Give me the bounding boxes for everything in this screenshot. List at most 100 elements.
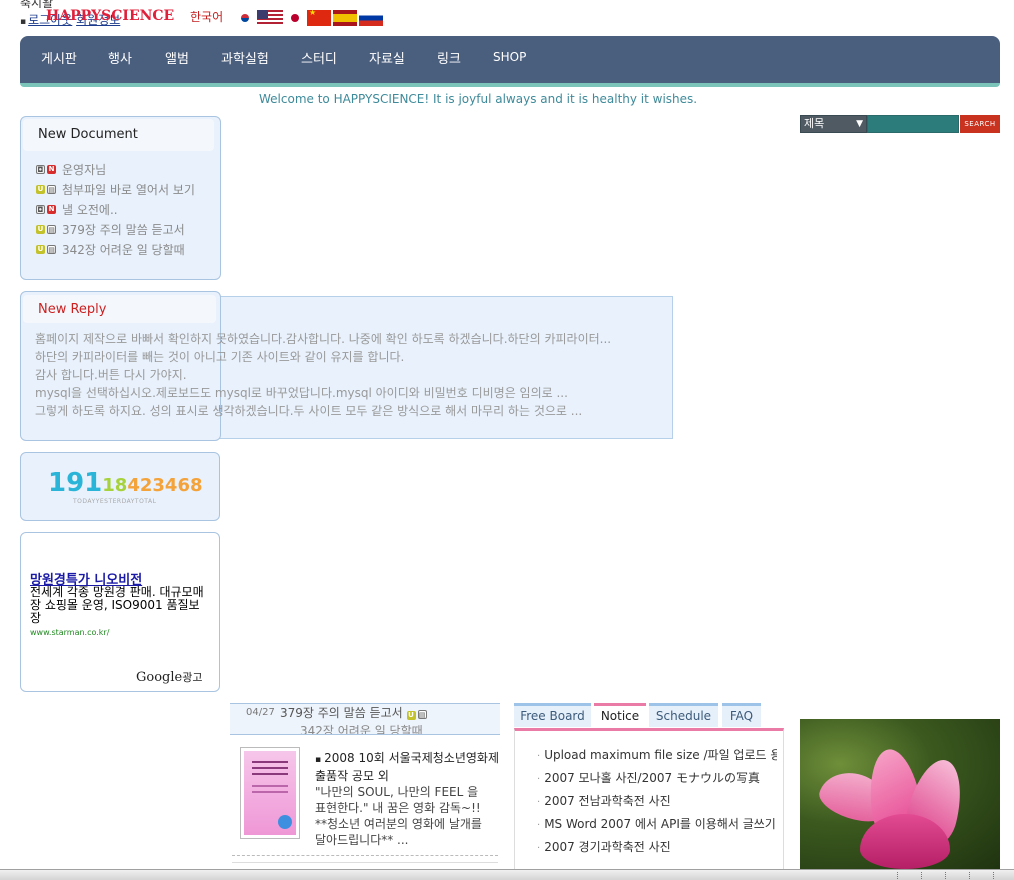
pink-flower-photo[interactable] (800, 719, 1000, 869)
usa-flag-icon[interactable] (257, 10, 283, 26)
nav-item-events[interactable]: 행사 (108, 48, 132, 67)
visitor-counter-box: 19118423468 TODAYYESTERDAYTOTAL (20, 452, 220, 521)
list-item[interactable]: · 2007 모나홀 사진/2007 モナウルの写真 (537, 767, 777, 790)
list-item[interactable]: ◘ N 운영자님 (36, 159, 195, 179)
status-separator (969, 872, 970, 879)
bullet-icon: · (537, 820, 541, 831)
welcome-message: Welcome to HAPPYSCIENCE! It is joyful al… (259, 92, 698, 106)
main-nav: 게시판 행사 앨범 과학실험 스터디 자료실 링크 SHOP (20, 36, 1000, 87)
updated-badge-icon: U (36, 224, 45, 234)
list-item[interactable]: U ▤ 342장 어려운 일 당할때 (36, 239, 195, 259)
nav-item-archive[interactable]: 자료실 (369, 48, 405, 67)
updated-badge-icon: U (406, 711, 416, 720)
document-title: 342장 어려운 일 당할때 (62, 242, 185, 257)
document-title: 운영자님 (62, 162, 107, 177)
search-button[interactable]: SEARCH (960, 115, 1000, 133)
search-input[interactable] (867, 115, 959, 133)
attachment-icon: ▤ (417, 710, 427, 719)
spain-flag-icon[interactable] (333, 10, 357, 26)
nav-item-album[interactable]: 앨범 (165, 48, 189, 67)
divider (232, 855, 498, 856)
tab-faq[interactable]: FAQ (722, 703, 761, 727)
list-item[interactable]: · 2007 전남과학축전 사진 (537, 790, 777, 813)
ad-description: 전세계 각종 망원경 판매. 대규모매장 쇼핑몰 운영, ISO9001 품질보… (30, 585, 204, 625)
recent-post-ticker: 04/27 379장 주의 말씀 듣고서 U ▤ 342장 어려운 일 당할때 (230, 703, 500, 735)
news-title-text: 2008 10회 서울국제청소년영화제 출품작 공모 외 (315, 751, 499, 783)
attachment-icon: ▤ (47, 244, 56, 254)
list-item[interactable]: 홈페이지 제작으로 바빠서 확인하지 못하였습니다.감사합니다. 나중에 확인 … (35, 330, 665, 348)
bullet-icon: · (537, 843, 541, 854)
google-ad-label[interactable]: Google광고 (136, 669, 202, 685)
ad-url[interactable]: www.starman.co.kr/ (30, 628, 109, 637)
attachment-icon: ▤ (47, 184, 56, 194)
korea-flag-icon[interactable] (235, 10, 255, 26)
status-separator (921, 872, 922, 879)
new-reply-title: New Reply (23, 295, 216, 323)
list-item[interactable]: · MS Word 2007 에서 API를 이용해서 글쓰기 (537, 813, 777, 836)
chevron-down-icon: ▼ (856, 119, 863, 129)
bullet-icon: · (537, 751, 541, 762)
japan-flag-icon[interactable] (285, 10, 305, 26)
list-item[interactable]: ◘ N 낼 오전에.. (36, 199, 195, 219)
counter-today: 191 (48, 468, 103, 498)
updated-badge-icon: U (36, 184, 45, 194)
tab-free-board[interactable]: Free Board (514, 703, 591, 727)
bullet-icon: ▪ (20, 17, 27, 27)
list-item[interactable]: 그렇게 하도록 하지요. 성의 표시로 생각하겠습니다.두 사이트 모두 같은 … (35, 402, 665, 420)
language-label: 한국어 (190, 10, 224, 24)
document-title: 379장 주의 말씀 듣고서 (62, 222, 185, 237)
document-title: 첨부파일 바로 열어서 보기 (62, 182, 195, 197)
updated-badge-icon: U (36, 244, 45, 254)
new-reply-list: 홈페이지 제작으로 바빠서 확인하지 못하였습니다.감사합니다. 나중에 확인 … (35, 330, 665, 420)
divider (232, 862, 498, 863)
notice-list: · Upload maximum file size /파일 업로드 용 · 200… (537, 744, 777, 859)
nav-item-experiments[interactable]: 과학실험 (221, 48, 269, 67)
tab-schedule[interactable]: Schedule (649, 703, 718, 727)
notice-title: 2007 경기과학축전 사진 (544, 840, 671, 854)
list-item[interactable]: mysql을 선택하십시오.제로보드도 mysql로 바꾸었답니다.mysql … (35, 384, 665, 402)
attachment-icon: ▤ (47, 224, 56, 234)
nav-item-study[interactable]: 스터디 (301, 48, 337, 67)
list-item[interactable]: U ▤ 첨부파일 바로 열어서 보기 (36, 179, 195, 199)
notice-title: MS Word 2007 에서 API를 이용해서 글쓰기 (544, 817, 776, 831)
nav-item-board[interactable]: 게시판 (41, 48, 77, 67)
google-logo: Google (136, 670, 183, 685)
ad-label-suffix: 광고 (182, 671, 203, 684)
status-separator (945, 872, 946, 879)
notice-title: Upload maximum file size /파일 업로드 용 (544, 748, 777, 762)
counter-yesterday: 18 (102, 475, 128, 496)
visitor-counter: 19118423468 (48, 468, 203, 498)
list-item[interactable]: 감사 합니다.버튼 다시 가야지. (35, 366, 665, 384)
browser-status-bar (0, 869, 1014, 880)
news-thumbnail[interactable] (240, 747, 300, 839)
nav-item-shop[interactable]: SHOP (493, 50, 526, 64)
nav-item-links[interactable]: 링크 (437, 48, 461, 67)
list-item[interactable]: U ▤ 379장 주의 말씀 듣고서 (36, 219, 195, 239)
russia-flag-icon[interactable] (359, 10, 383, 26)
new-badge-icon: N (47, 164, 56, 174)
list-item[interactable]: 하단의 카피라이터를 빼는 것이 아니고 기존 사이트와 같이 유지를 합니다. (35, 348, 665, 366)
notice-title: 2007 전남과학축전 사진 (544, 794, 671, 808)
list-item[interactable]: · Upload maximum file size /파일 업로드 용 (537, 744, 777, 767)
china-flag-icon[interactable] (307, 10, 331, 26)
bullet-icon: ▪ (315, 755, 322, 765)
recent-post-title[interactable]: 379장 주의 말씀 듣고서 U ▤ (280, 704, 429, 721)
status-separator (897, 872, 898, 879)
google-ad-box: 망원경특가 니오비전 전세계 각종 망원경 판매. 대규모매장 쇼핑몰 운영, … (20, 532, 220, 692)
new-document-box: New Document ◘ N 운영자님 U ▤ 첨부파일 바로 열어서 보기 ◘… (20, 116, 221, 280)
recent-post-title-text: 379장 주의 말씀 듣고서 (280, 706, 403, 720)
tab-notice[interactable]: Notice (594, 703, 646, 731)
notice-title: 2007 모나홀 사진/2007 モナウルの写真 (544, 771, 760, 785)
search-field-select[interactable]: 제목 ▼ (800, 115, 867, 133)
recent-post-next[interactable]: 342장 어려운 일 당할때 (300, 722, 423, 734)
status-separator (993, 872, 994, 879)
counter-labels: TODAYYESTERDAYTOTAL (73, 498, 157, 505)
new-document-list: ◘ N 운영자님 U ▤ 첨부파일 바로 열어서 보기 ◘ N 낼 오전에.. U ▤ … (36, 159, 195, 259)
new-document-title: New Document (23, 119, 214, 151)
site-logo[interactable]: HAPPYSCIENCE (46, 8, 174, 24)
lock-icon: ◘ (36, 164, 45, 174)
list-item[interactable]: · 2007 경기과학축전 사진 (537, 836, 777, 859)
document-title: 낼 오전에.. (62, 202, 118, 217)
news-summary: "나만의 SOUL, 나만의 FEEL 을 표현한다." 내 꿈은 영화 감독~… (315, 785, 482, 847)
news-title[interactable]: ▪ 2008 10회 서울국제청소년영화제 출품작 공모 외 (315, 750, 500, 784)
